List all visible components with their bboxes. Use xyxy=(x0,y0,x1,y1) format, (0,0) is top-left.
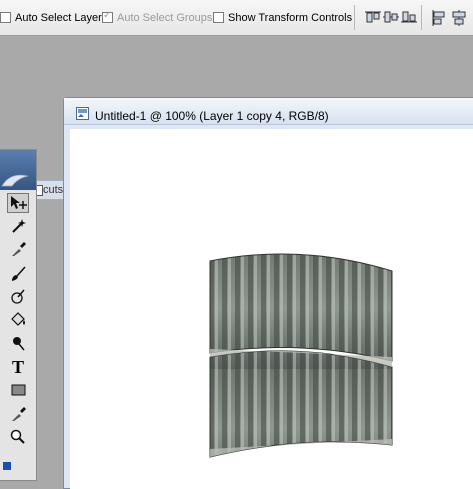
photoshop-feather-icon xyxy=(1,174,29,187)
align-vertical-centers-icon[interactable] xyxy=(383,10,399,24)
paint-bucket-tool[interactable] xyxy=(7,310,29,330)
rectangle-tool[interactable] xyxy=(7,380,29,400)
document-window[interactable]: Untitled-1 @ 100% (Layer 1 copy 4, RGB/8… xyxy=(63,97,473,489)
auto-select-groups-option: Auto Select Groups xyxy=(102,10,212,25)
eyedropper-icon xyxy=(12,407,26,421)
options-separator xyxy=(354,5,355,30)
eyedropper-sampler-tool[interactable] xyxy=(7,404,29,424)
foreground-color-swatch[interactable] xyxy=(3,462,11,470)
eyedropper-tool[interactable] xyxy=(7,239,29,259)
zoom-icon xyxy=(10,429,25,444)
show-transform-controls-checkbox[interactable] xyxy=(213,12,224,23)
zoom-tool[interactable] xyxy=(7,427,29,447)
auto-select-layer-checkbox[interactable] xyxy=(0,12,11,23)
move-tool[interactable] xyxy=(7,193,29,213)
type-icon: T xyxy=(11,356,24,377)
align-horizontal-centers-icon[interactable] xyxy=(452,10,466,26)
background-document-label: cuts xyxy=(43,184,64,196)
layer-image[interactable] xyxy=(208,249,394,464)
auto-select-groups-checkbox xyxy=(102,10,113,23)
rectangle-icon xyxy=(11,384,26,396)
show-transform-controls-label: Show Transform Controls xyxy=(228,11,353,24)
brush-tool[interactable] xyxy=(7,264,29,284)
burn-tool[interactable] xyxy=(7,333,29,353)
align-top-edges-icon[interactable] xyxy=(365,10,381,24)
document-titlebar[interactable]: Untitled-1 @ 100% (Layer 1 copy 4, RGB/8… xyxy=(64,98,473,125)
eyedropper-icon xyxy=(12,242,26,256)
history-brush-icon xyxy=(11,289,25,304)
magic-wand-icon xyxy=(12,219,26,233)
tools-panel: T xyxy=(0,149,37,481)
options-separator xyxy=(421,5,422,30)
show-transform-controls-option[interactable]: Show Transform Controls xyxy=(213,10,352,25)
burn-icon xyxy=(13,337,25,351)
history-brush-tool[interactable] xyxy=(7,287,29,307)
move-icon xyxy=(11,196,27,209)
tools-panel-header[interactable] xyxy=(0,150,36,190)
brush-icon xyxy=(12,266,26,281)
align-left-edges-icon[interactable] xyxy=(432,10,446,26)
options-bar: Auto Select Layer Auto Select Groups Sho… xyxy=(0,0,473,36)
magic-wand-tool[interactable] xyxy=(7,216,29,236)
auto-select-layer-label: Auto Select Layer xyxy=(15,11,102,24)
document-canvas[interactable] xyxy=(70,129,473,489)
align-bottom-edges-icon[interactable] xyxy=(401,10,417,24)
paint-bucket-icon xyxy=(11,312,25,326)
photoshop-document-icon xyxy=(76,107,89,120)
auto-select-groups-label: Auto Select Groups xyxy=(117,11,213,24)
auto-select-layer-option[interactable]: Auto Select Layer xyxy=(0,10,102,25)
type-tool[interactable]: T xyxy=(7,357,29,377)
document-title: Untitled-1 @ 100% (Layer 1 copy 4, RGB/8… xyxy=(95,109,329,123)
